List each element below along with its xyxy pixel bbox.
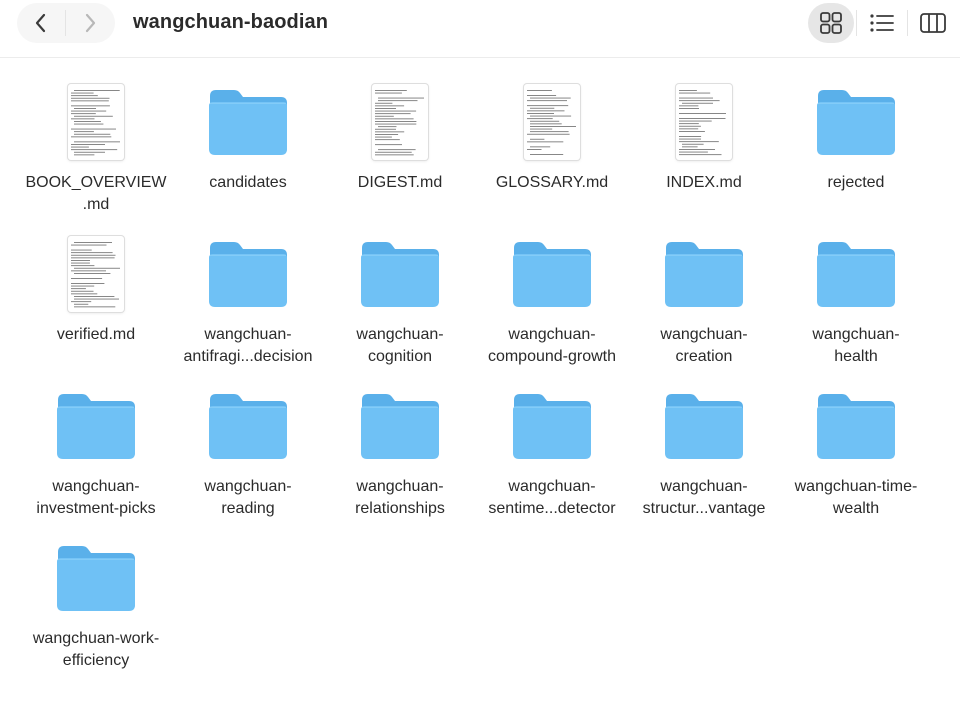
list-view-icon — [870, 14, 894, 32]
markdown-file-icon — [68, 84, 124, 160]
folder-icon — [817, 394, 895, 459]
folder-icon-box — [172, 232, 324, 316]
forward-button[interactable] — [66, 3, 114, 43]
item-label: INDEX.md — [666, 174, 742, 191]
folder-item-1[interactable]: candidates — [172, 80, 324, 232]
item-label: wangchuan- cognition — [356, 326, 444, 365]
item-label: wangchuan- investment-picks — [36, 478, 156, 517]
folder-item-10[interactable]: wangchuan- creation — [628, 232, 780, 384]
item-label: DIGEST.md — [357, 174, 443, 191]
folder-icon-box — [780, 232, 932, 316]
folder-icon-box — [324, 232, 476, 316]
item-label: GLOSSARY.md — [495, 174, 609, 191]
folder-item-13[interactable]: wangchuan- reading — [172, 384, 324, 536]
item-label: wangchuan- antifragi...decision — [183, 326, 313, 365]
chevron-right-icon — [85, 13, 96, 33]
document-item-0[interactable]: BOOK_OVERVIEW .md — [20, 80, 172, 232]
folder-icon — [209, 90, 287, 155]
folder-item-18[interactable]: wangchuan-work- efficiency — [20, 536, 172, 688]
chevron-left-icon — [35, 13, 46, 33]
folder-icon-box — [628, 384, 780, 468]
item-label: wangchuan- sentime...detector — [488, 478, 616, 517]
folder-item-12[interactable]: wangchuan- investment-picks — [20, 384, 172, 536]
folder-item-16[interactable]: wangchuan- structur...vantage — [628, 384, 780, 536]
folder-icon — [361, 394, 439, 459]
item-label: candidates — [209, 174, 287, 191]
window-title: wangchuan-baodian — [133, 11, 329, 33]
finder-window: wangchuan-baodian BOOK_OVERVIEW .md cand… — [0, 0, 960, 701]
folder-item-14[interactable]: wangchuan- relationships — [324, 384, 476, 536]
icon-view-icon — [820, 12, 842, 34]
item-label: wangchuan- reading — [204, 478, 292, 517]
column-view-icon — [920, 13, 946, 33]
folder-icon-box — [780, 384, 932, 468]
item-label: wangchuan- compound-growth — [487, 326, 617, 365]
folder-icon — [817, 90, 895, 155]
folder-icon-box — [628, 232, 780, 316]
item-label: BOOK_OVERVIEW .md — [25, 174, 167, 213]
folder-icon-box — [476, 232, 628, 316]
document-item-6[interactable]: verified.md — [20, 232, 172, 384]
document-icon-box — [20, 80, 172, 164]
folder-icon — [665, 242, 743, 307]
folder-icon — [361, 242, 439, 307]
markdown-file-icon — [372, 84, 428, 160]
folder-icon — [817, 242, 895, 307]
markdown-file-icon — [524, 84, 580, 160]
view-divider — [856, 10, 857, 36]
markdown-file-icon — [68, 236, 124, 312]
back-button[interactable] — [17, 3, 65, 43]
folder-icon-box — [20, 536, 172, 620]
folder-item-11[interactable]: wangchuan- health — [780, 232, 932, 384]
folder-icon — [665, 394, 743, 459]
toolbar: wangchuan-baodian — [0, 0, 960, 50]
document-icon-box — [476, 80, 628, 164]
folder-icon-box — [172, 384, 324, 468]
document-icon-box — [628, 80, 780, 164]
folder-item-8[interactable]: wangchuan- cognition — [324, 232, 476, 384]
folder-item-7[interactable]: wangchuan- antifragi...decision — [172, 232, 324, 384]
column-view-button[interactable] — [910, 3, 956, 43]
document-item-3[interactable]: GLOSSARY.md — [476, 80, 628, 232]
folder-icon — [513, 394, 591, 459]
folder-item-9[interactable]: wangchuan- compound-growth — [476, 232, 628, 384]
folder-icon-box — [324, 384, 476, 468]
folder-icon — [209, 242, 287, 307]
document-icon-box — [324, 80, 476, 164]
item-label: wangchuan- structur...vantage — [642, 478, 766, 517]
item-label: wangchuan- health — [812, 326, 900, 365]
document-icon-box — [20, 232, 172, 316]
markdown-file-icon — [676, 84, 732, 160]
view-divider — [907, 10, 908, 36]
item-label: verified.md — [56, 326, 136, 343]
folder-item-5[interactable]: rejected — [780, 80, 932, 232]
toolbar-divider — [0, 57, 960, 58]
folder-icon — [57, 394, 135, 459]
navigation-group — [17, 3, 115, 43]
folder-icon — [209, 394, 287, 459]
folder-icon — [513, 242, 591, 307]
folder-icon-box — [20, 384, 172, 468]
folder-icon-box — [476, 384, 628, 468]
list-view-button[interactable] — [859, 3, 905, 43]
item-label: wangchuan-work- efficiency — [32, 630, 160, 669]
document-item-2[interactable]: DIGEST.md — [324, 80, 476, 232]
item-label: wangchuan- creation — [660, 326, 748, 365]
folder-icon-box — [780, 80, 932, 164]
item-label: rejected — [827, 174, 885, 191]
file-grid: BOOK_OVERVIEW .md candidates DIGEST.md G… — [20, 80, 960, 688]
folder-item-15[interactable]: wangchuan- sentime...detector — [476, 384, 628, 536]
view-switcher — [808, 3, 960, 43]
item-label: wangchuan- relationships — [355, 478, 445, 517]
folder-item-17[interactable]: wangchuan-time- wealth — [780, 384, 932, 536]
document-item-4[interactable]: INDEX.md — [628, 80, 780, 232]
item-label: wangchuan-time- wealth — [794, 478, 918, 517]
folder-icon-box — [172, 80, 324, 164]
icon-view-button[interactable] — [808, 3, 854, 43]
folder-icon — [57, 546, 135, 611]
